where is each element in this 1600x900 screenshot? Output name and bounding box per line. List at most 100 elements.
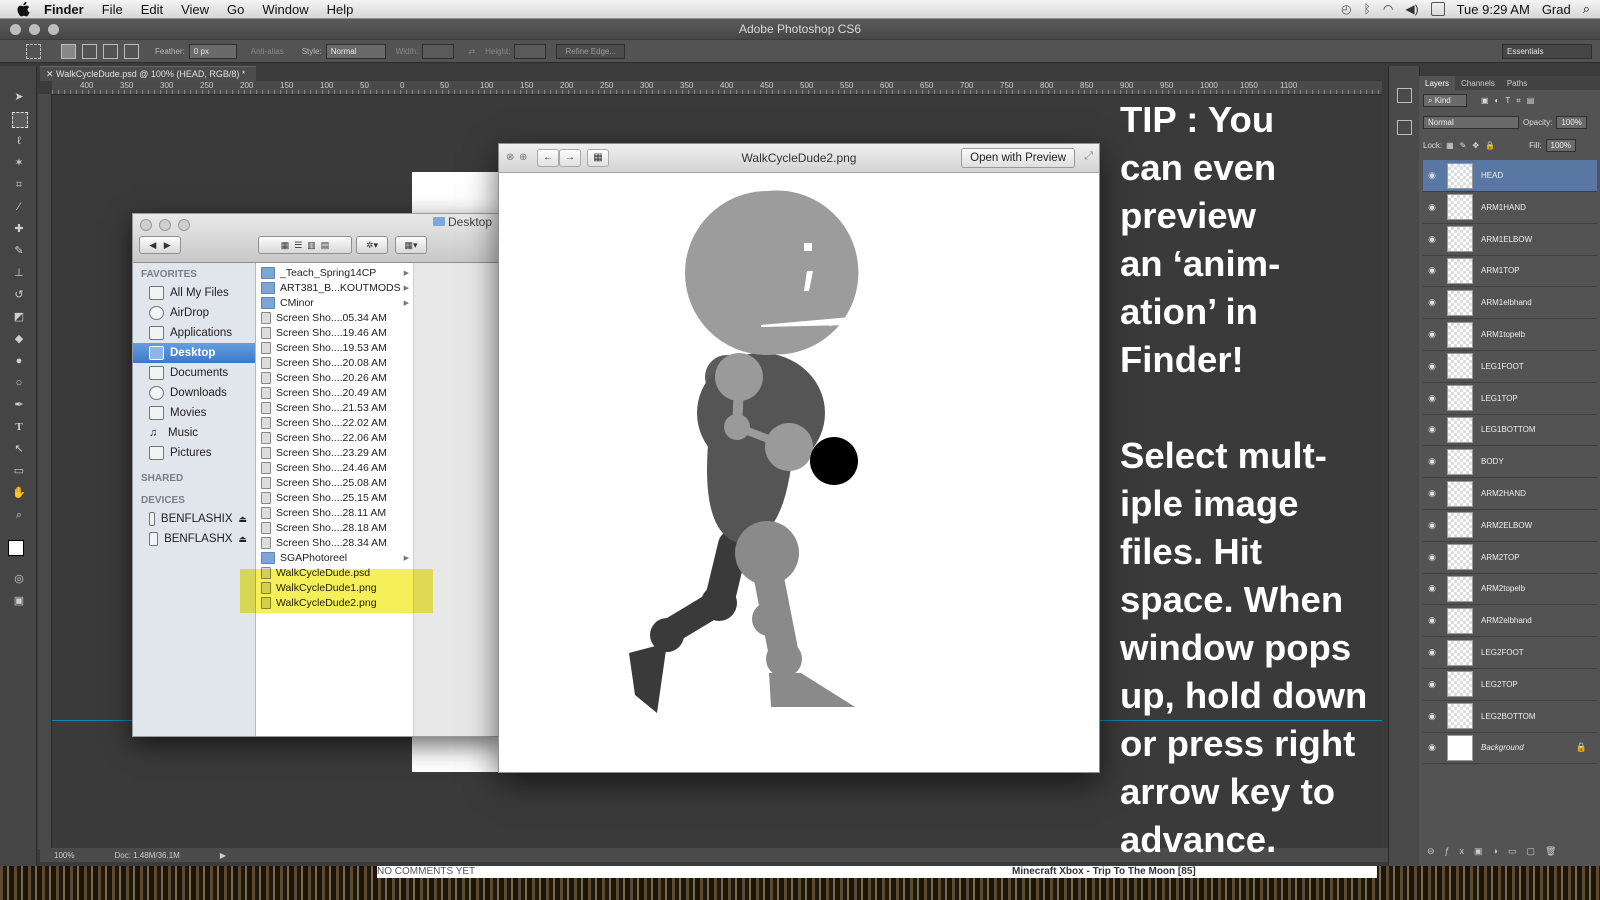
action-gear-button[interactable]: ✲▾ [356, 236, 388, 254]
close-icon[interactable] [10, 24, 21, 35]
layer-row[interactable]: ◉ HEAD [1423, 160, 1597, 192]
healing-brush-icon[interactable]: ✚ [12, 222, 26, 236]
file-row[interactable]: ART381_B...KOUTMODS ▶ [256, 280, 413, 295]
layer-row[interactable]: ◉ ARM2elbhand [1423, 605, 1597, 638]
layer-row[interactable]: ◉ LEG1FOOT [1423, 351, 1597, 383]
file-row[interactable]: SGAPhotoreel ▶ [256, 550, 413, 565]
layer-row[interactable]: ◉ LEG2BOTTOM [1423, 701, 1597, 733]
view-mode-buttons[interactable]: ▦ ☰ ▥ ▤ [258, 236, 352, 254]
screen-mode-icon[interactable]: ▣ [12, 594, 26, 608]
visibility-eye-icon[interactable]: ◉ [1423, 679, 1441, 690]
eject-icon[interactable]: ⏏ [238, 534, 247, 545]
visibility-eye-icon[interactable]: ◉ [1423, 329, 1441, 340]
style-select[interactable]: Normal [325, 43, 386, 59]
layer-row[interactable]: ◉ ARM1topelb [1423, 319, 1597, 351]
file-row[interactable]: Screen Sho....28.18 AM [256, 520, 413, 535]
document-tab[interactable]: ✕ WalkCycleDude.psd @ 100% (HEAD, RGB/8)… [40, 66, 256, 81]
file-row[interactable]: Screen Sho....21.53 AM [256, 400, 413, 415]
sidebar-item-all-my-files[interactable]: All My Files [133, 283, 255, 303]
file-row[interactable]: Screen Sho....20.08 AM [256, 355, 413, 370]
refine-edge-button[interactable]: Refine Edge... [556, 43, 626, 59]
crop-tool-icon[interactable]: ⌗ [12, 178, 26, 192]
shape-tool-icon[interactable]: ▭ [12, 464, 26, 478]
sidebar-item-airdrop[interactable]: AirDrop [133, 303, 255, 323]
sidebar-item-device-1[interactable]: BENFLASHIX ⏏ [133, 509, 255, 529]
layer-row[interactable]: ◉ LEG1TOP [1423, 383, 1597, 415]
layer-row[interactable]: ◉ ARM1ELBOW [1423, 224, 1597, 256]
volume-icon[interactable]: ◀) [1405, 2, 1418, 16]
layer-row[interactable]: ◉ Background 🔒 [1423, 732, 1597, 765]
tab-channels[interactable]: Channels [1455, 76, 1501, 90]
file-row[interactable]: Screen Sho....22.06 AM [256, 430, 413, 445]
file-row[interactable]: Screen Sho....20.49 AM [256, 385, 413, 400]
intersect-selection-icon[interactable] [124, 43, 139, 59]
visibility-eye-icon[interactable]: ◉ [1423, 297, 1441, 308]
file-row[interactable]: Screen Sho....28.11 AM [256, 505, 413, 520]
file-row[interactable]: _Teach_Spring14CP ▶ [256, 265, 413, 280]
width-input[interactable] [422, 43, 455, 59]
menubar-clock[interactable]: Tue 9:29 AM [1457, 2, 1530, 17]
timemachine-icon[interactable]: ◴ [1341, 2, 1351, 16]
dodge-tool-icon[interactable]: ○ [12, 376, 26, 390]
layer-row[interactable]: ◉ ARM2ELBOW [1423, 510, 1597, 542]
layer-row[interactable]: ◉ ARM2topelb [1423, 573, 1597, 606]
calendar-icon[interactable] [1430, 2, 1445, 16]
visibility-eye-icon[interactable]: ◉ [1423, 488, 1441, 499]
expand-icon[interactable]: ⤢ [1084, 150, 1093, 163]
spotlight-icon[interactable]: ⌕ [1583, 1, 1590, 17]
file-row[interactable]: Screen Sho....19.46 AM [256, 325, 413, 340]
new-selection-icon[interactable] [61, 43, 76, 59]
finder-minimize-icon[interactable] [159, 219, 171, 231]
menu-edit[interactable]: Edit [141, 2, 163, 17]
visibility-eye-icon[interactable]: ◉ [1423, 202, 1441, 213]
pen-tool-icon[interactable]: ✒ [12, 398, 26, 412]
filter-icons[interactable]: ▣◐T⌗▤ [1481, 96, 1540, 106]
file-row[interactable]: Screen Sho....24.46 AM [256, 460, 413, 475]
file-row[interactable]: CMinor ▶ [256, 295, 413, 310]
visibility-eye-icon[interactable]: ◉ [1423, 647, 1441, 658]
history-panel-icon[interactable] [1397, 88, 1412, 103]
sidebar-item-music[interactable]: ♫ Music [133, 423, 255, 443]
wifi-icon[interactable]: ◠ [1383, 2, 1393, 16]
swap-icon[interactable]: ⇄ [468, 47, 475, 56]
menu-file[interactable]: File [102, 2, 123, 17]
file-row[interactable]: Screen Sho....23.29 AM [256, 445, 413, 460]
sidebar-item-downloads[interactable]: Downloads [133, 383, 255, 403]
hand-tool-icon[interactable]: ✋ [12, 486, 26, 500]
add-selection-icon[interactable] [82, 43, 97, 59]
layer-row[interactable]: ◉ ARM2TOP [1423, 542, 1597, 574]
zoom-level[interactable]: 100% [54, 851, 74, 860]
visibility-eye-icon[interactable]: ◉ [1423, 170, 1441, 181]
layer-row[interactable]: ◉ LEG1BOTTOM [1423, 414, 1597, 447]
blur-tool-icon[interactable]: ● [12, 354, 26, 368]
file-row[interactable]: Screen Sho....28.34 AM [256, 535, 413, 550]
kind-filter-select[interactable]: ⌕ Kind [1423, 94, 1467, 107]
path-selection-icon[interactable]: ↖ [12, 442, 26, 456]
open-with-preview-button[interactable]: Open with Preview [961, 148, 1075, 168]
menubar-user[interactable]: Grad [1542, 2, 1571, 17]
layer-row[interactable]: ◉ LEG2FOOT [1423, 637, 1597, 669]
antialias-checkbox[interactable]: Anti-alias [251, 47, 284, 56]
eraser-icon[interactable]: ◩ [12, 310, 26, 324]
minimize-icon[interactable] [29, 24, 40, 35]
menu-go[interactable]: Go [227, 2, 244, 17]
subtract-selection-icon[interactable] [103, 43, 118, 59]
properties-panel-icon[interactable] [1397, 120, 1412, 135]
foreground-color-swatch[interactable] [8, 540, 24, 556]
bluetooth-icon[interactable]: ᛒ [1364, 2, 1371, 16]
finder-zoom-icon[interactable] [178, 219, 190, 231]
file-row[interactable]: Screen Sho....19.53 AM [256, 340, 413, 355]
zoom-icon[interactable] [48, 24, 59, 35]
workspace-select[interactable]: Essentials [1502, 43, 1592, 59]
visibility-eye-icon[interactable]: ◉ [1423, 615, 1441, 626]
blend-mode-select[interactable]: Normal [1423, 116, 1519, 129]
lock-icons[interactable]: ▦✎✥🔒 [1446, 141, 1501, 150]
sidebar-item-desktop[interactable]: Desktop [133, 343, 255, 363]
close-tab-icon[interactable]: ✕ [46, 69, 56, 79]
file-row[interactable]: Screen Sho....25.08 AM [256, 475, 413, 490]
menu-finder[interactable]: Finder [44, 2, 84, 17]
marquee-tool-icon[interactable] [26, 43, 41, 59]
layer-footer-icons[interactable]: ⊖ƒx▣◑▭▢🗑 [1427, 846, 1566, 857]
visibility-eye-icon[interactable]: ◉ [1423, 265, 1441, 276]
menu-view[interactable]: View [181, 2, 209, 17]
